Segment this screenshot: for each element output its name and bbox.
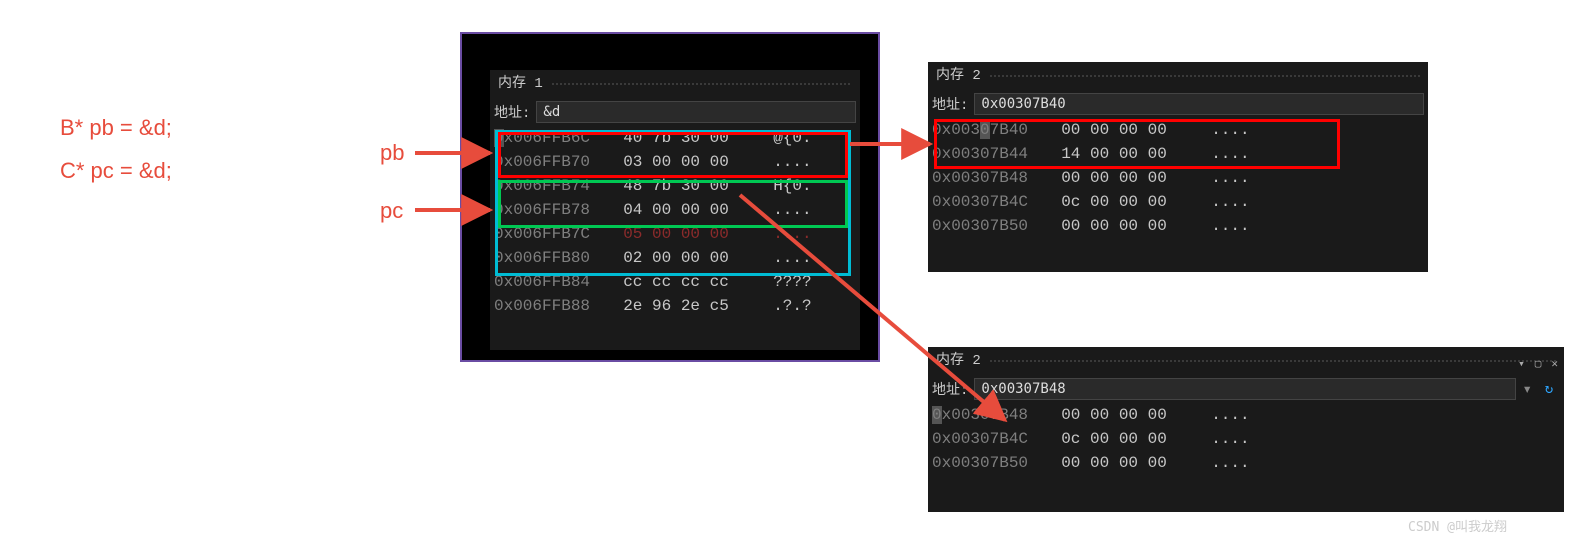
memory2-addr-label: 地址: <box>932 94 968 114</box>
memory-row: 0x006FFB7C 05 00 00 00 .... <box>494 222 856 246</box>
memory1-addr-label: 地址: <box>494 102 530 122</box>
label-pc: pc <box>380 198 403 224</box>
memory-panel-1: 内存 1 地址: 0x006FFB6C 40 7b 30 00 @{0. 0x0… <box>490 70 860 350</box>
panel-dots <box>989 74 1420 78</box>
memory3-body: 0x00307B48 00 00 00 00 .... 0x00307B4C 0… <box>928 403 1564 477</box>
memory-row: 0x006FFB74 48 7b 30 00 H{0. <box>494 174 856 198</box>
memory-row: 0x006FFB78 04 00 00 00 .... <box>494 198 856 222</box>
memory2-address-bar: 地址: <box>928 90 1428 118</box>
memory3-title: 内存 2 <box>936 347 981 375</box>
memory1-addr-input[interactable] <box>536 101 856 123</box>
memory-panel-3: 内存 2 ▾ ▢ ✕ 地址: ▾ ↻ 0x00307B48 00 00 00 0… <box>928 347 1564 512</box>
memory3-addr-label: 地址: <box>932 379 968 399</box>
memory2-header: 内存 2 <box>928 62 1428 90</box>
memory1-address-bar: 地址: <box>490 98 860 126</box>
memory-row: 0x00307B4C 0c 00 00 00 .... <box>932 190 1424 214</box>
close-icon[interactable]: ✕ <box>1551 351 1558 379</box>
memory-row: 0x00307B48 00 00 00 00 .... <box>932 166 1424 190</box>
memory-row: 0x006FFB6C 40 7b 30 00 @{0. <box>494 126 856 150</box>
memory-row: 0x006FFB84 cc cc cc cc ???? <box>494 270 856 294</box>
maximize-icon[interactable]: ▢ <box>1535 351 1542 379</box>
window-controls: ▾ ▢ ✕ <box>1518 351 1558 379</box>
panel-dots <box>551 82 852 86</box>
watermark: CSDN @叫我龙翔 <box>1408 516 1507 535</box>
memory-row: 0x00307B50 00 00 00 00 .... <box>932 451 1560 475</box>
memory-panel-2: 内存 2 地址: 0x00307B40 00 00 00 00 .... 0x0… <box>928 62 1428 272</box>
memory1-body: 0x006FFB6C 40 7b 30 00 @{0. 0x006FFB70 0… <box>490 126 860 320</box>
memory2-title: 内存 2 <box>936 62 981 90</box>
memory2-addr-input[interactable] <box>974 93 1424 115</box>
label-pb: pb <box>380 140 404 166</box>
code-line-2: C* pc = &d; <box>60 158 172 184</box>
addr-dropdown-icon[interactable]: ▾ <box>1522 379 1532 399</box>
memory-row: 0x00307B48 00 00 00 00 .... <box>932 403 1560 427</box>
memory-row: 0x00307B44 14 00 00 00 .... <box>932 142 1424 166</box>
code-line-1: B* pb = &d; <box>60 115 172 141</box>
memory3-address-bar: 地址: ▾ ↻ <box>928 375 1564 403</box>
panel-dots <box>989 359 1556 363</box>
memory-row: 0x006FFB70 03 00 00 00 .... <box>494 150 856 174</box>
memory-row: 0x006FFB88 2e 96 2e c5 .?.? <box>494 294 856 318</box>
memory-row: 0x006FFB80 02 00 00 00 .... <box>494 246 856 270</box>
memory3-header: 内存 2 ▾ ▢ ✕ <box>928 347 1564 375</box>
memory2-body: 0x00307B40 00 00 00 00 .... 0x00307B44 1… <box>928 118 1428 240</box>
memory1-title: 内存 1 <box>498 70 543 98</box>
memory1-header: 内存 1 <box>490 70 860 98</box>
dropdown-icon[interactable]: ▾ <box>1518 351 1525 379</box>
memory-row: 0x00307B4C 0c 00 00 00 .... <box>932 427 1560 451</box>
memory3-addr-input[interactable] <box>974 378 1516 400</box>
memory-row: 0x00307B50 00 00 00 00 .... <box>932 214 1424 238</box>
memory-row: 0x00307B40 00 00 00 00 .... <box>932 118 1424 142</box>
refresh-icon[interactable]: ↻ <box>1538 378 1560 400</box>
